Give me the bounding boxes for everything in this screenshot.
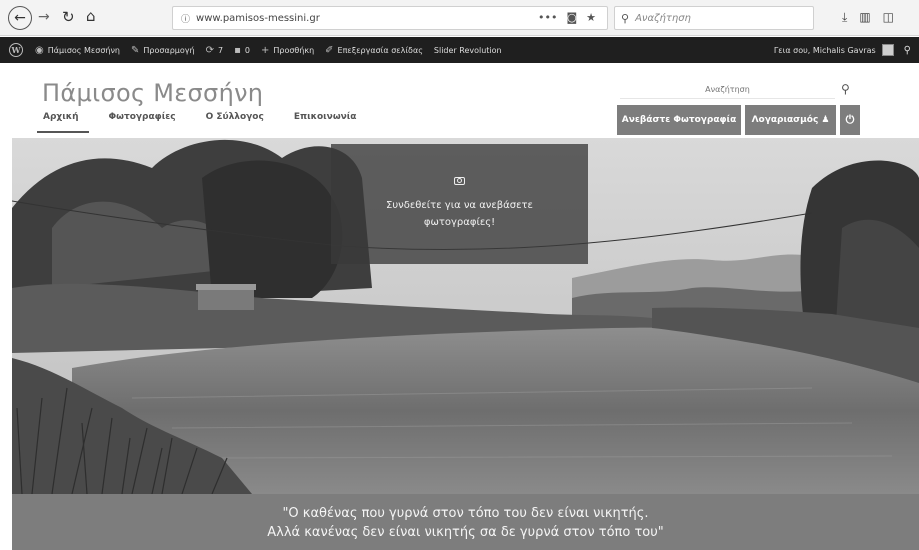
- admin-site-name[interactable]: ◉ Πάμισος Μεσσήνη: [35, 45, 120, 56]
- browser-search-field[interactable]: ⚲ Αναζήτηση: [614, 6, 814, 30]
- library-icon[interactable]: ▥: [859, 10, 870, 25]
- hero-image: Συνδεθείτε για να ανεβάσετε φωτογραφίες!: [12, 138, 919, 494]
- dashboard-icon: ◉: [35, 44, 44, 56]
- nav-item-photos[interactable]: Φωτογραφίες: [109, 110, 176, 129]
- plus-icon: +: [260, 44, 270, 56]
- info-icon[interactable]: ⓘ: [181, 12, 190, 25]
- quote-line-2: Αλλά κανένας δεν είναι νικητής σα δε γυρ…: [267, 525, 664, 540]
- login-prompt-overlay: Συνδεθείτε για να ανεβάσετε φωτογραφίες!: [331, 144, 588, 264]
- admin-edit-page[interactable]: ✐ Επεξεργασία σελίδας: [325, 45, 423, 56]
- quote-band: "Ο καθένας που γυρνά στον τόπο του δεν ε…: [12, 494, 919, 550]
- nav-item-home[interactable]: Αρχική: [37, 110, 88, 133]
- quote-line-1: "Ο καθένας που γυρνά στον τόπο του δεν ε…: [282, 506, 649, 521]
- avatar: [881, 44, 894, 56]
- account-button-label: Λογαριασμός: [751, 115, 819, 125]
- sidebar-icon[interactable]: ◫: [883, 10, 894, 25]
- camera-icon: [454, 177, 465, 185]
- upload-photo-button[interactable]: Ανεβάστε Φωτογραφία: [617, 105, 741, 135]
- reload-icon[interactable]: ↻: [62, 8, 75, 26]
- pencil-icon: ✐: [325, 44, 334, 56]
- pocket-icon[interactable]: ◙: [566, 11, 577, 24]
- admin-account[interactable]: Γεια σου, Michalis Gavras ⚲: [774, 37, 911, 63]
- admin-greeting: Γεια σου, Michalis Gavras: [773, 45, 876, 55]
- main-nav: Αρχική Φωτογραφίες Ο Σύλλογος Επικοινωνί…: [37, 110, 386, 133]
- admin-slider-revolution[interactable]: Slider Revolution: [434, 46, 502, 55]
- browser-right-tools: ⤓ ▥ ◫: [842, 10, 894, 25]
- wp-admin-bar: W ◉ Πάμισος Μεσσήνη ✎ Προσαρμογή ⟳ 7 ▪ 0…: [0, 37, 919, 63]
- account-button[interactable]: Λογαριασμός ♟: [745, 105, 836, 135]
- user-icon: ♟: [821, 115, 830, 125]
- search-icon: ⚲: [621, 11, 630, 25]
- wordpress-logo-icon[interactable]: W: [9, 43, 23, 57]
- updates-icon: ⟳: [205, 44, 214, 56]
- nav-item-association[interactable]: Ο Σύλλογος: [206, 110, 264, 129]
- power-icon[interactable]: ⏻: [840, 105, 860, 135]
- comment-icon: ▪: [234, 44, 241, 56]
- url-text: www.pamisos-messini.gr: [196, 12, 320, 24]
- admin-new[interactable]: + Προσθήκη: [261, 45, 314, 56]
- site-header: Πάμισος Μεσσήνη Αρχική Φωτογραφίες Ο Σύλ…: [0, 63, 919, 139]
- admin-customize[interactable]: ✎ Προσαρμογή: [131, 45, 195, 56]
- search-icon[interactable]: ⚲: [904, 45, 911, 56]
- site-search-input[interactable]: [620, 81, 835, 99]
- brush-icon: ✎: [131, 44, 140, 56]
- login-prompt-text[interactable]: Συνδεθείτε για να ανεβάσετε φωτογραφίες!: [370, 197, 550, 231]
- url-actions: ••• ◙ ★: [538, 11, 596, 24]
- back-arrow-icon[interactable]: ←: [8, 6, 32, 30]
- site-title[interactable]: Πάμισος Μεσσήνη: [42, 79, 263, 107]
- admin-updates[interactable]: ⟳ 7: [206, 45, 223, 56]
- nav-item-contact[interactable]: Επικοινωνία: [294, 110, 357, 129]
- page-actions-icon[interactable]: •••: [538, 11, 557, 24]
- home-icon[interactable]: ⌂: [86, 7, 96, 25]
- forward-arrow-icon[interactable]: →: [38, 9, 50, 25]
- search-icon[interactable]: ⚲: [841, 82, 850, 96]
- browser-search-placeholder: Αναζήτηση: [635, 12, 691, 24]
- bookmark-star-icon[interactable]: ★: [586, 11, 596, 24]
- browser-toolbar: ← → ↻ ⌂ ⓘ www.pamisos-messini.gr ••• ◙ ★…: [0, 0, 919, 36]
- download-icon[interactable]: ⤓: [842, 10, 847, 25]
- admin-comments[interactable]: ▪ 0: [234, 45, 250, 56]
